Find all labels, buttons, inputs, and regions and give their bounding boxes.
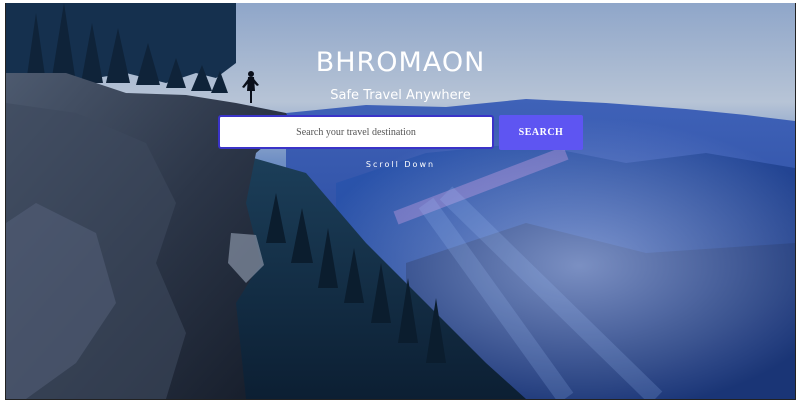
search-input[interactable] — [218, 115, 494, 149]
page-frame: BHROMAON Safe Travel Anywhere SEARCH Scr… — [5, 3, 796, 400]
tagline: Safe Travel Anywhere — [330, 88, 471, 103]
search-button[interactable]: SEARCH — [499, 115, 583, 150]
brand-title: BHROMAON — [315, 47, 486, 79]
search-form: SEARCH — [218, 115, 584, 151]
scroll-down-link[interactable]: Scroll Down — [6, 160, 795, 169]
